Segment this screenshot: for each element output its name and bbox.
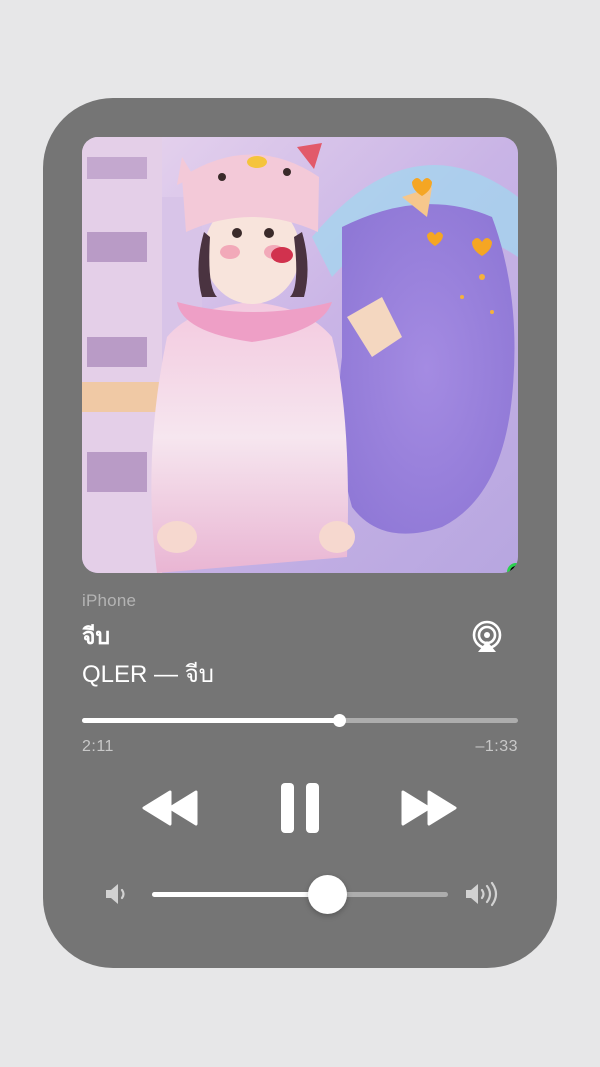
song-title: จีบ	[82, 623, 111, 649]
playback-scrubber-thumb[interactable]	[333, 714, 347, 727]
fast-forward-icon	[401, 790, 457, 826]
elapsed-time: 2:11	[82, 738, 114, 755]
volume-slider-thumb[interactable]	[307, 875, 347, 914]
volume-level-fill	[152, 892, 327, 897]
airplay-icon[interactable]	[469, 619, 505, 655]
playback-progress-fill	[82, 718, 340, 723]
speaker-high-icon	[463, 880, 503, 908]
remaining-time: –1:33	[475, 738, 518, 755]
playback-scrubber[interactable]	[82, 714, 518, 727]
volume-slider[interactable]	[152, 875, 448, 914]
now-playing-card: iPhone จีบ QLER — จีบ 2:11 –1:33	[43, 98, 557, 968]
fast-forward-button[interactable]	[399, 788, 459, 828]
rewind-button[interactable]	[140, 788, 200, 828]
rewind-icon	[142, 790, 198, 826]
output-device-label: iPhone	[82, 591, 137, 610]
pause-icon	[281, 783, 319, 833]
speaker-low-icon	[103, 880, 131, 908]
pause-button[interactable]	[278, 778, 322, 838]
song-artist: QLER — จีบ	[82, 661, 214, 688]
album-artwork-image	[82, 137, 518, 573]
album-artwork[interactable]	[82, 137, 518, 573]
